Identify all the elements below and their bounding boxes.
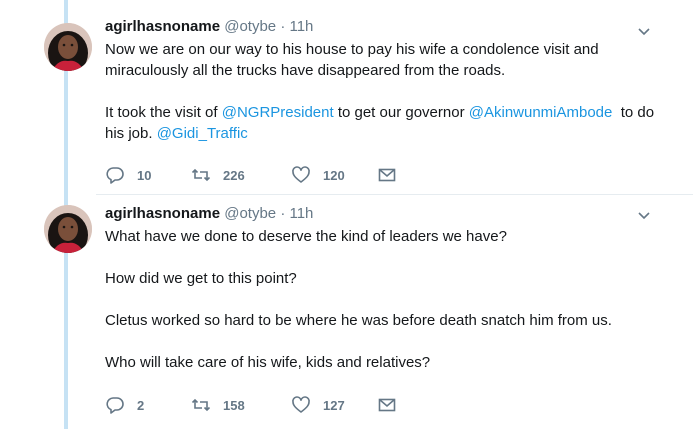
tweet-paragraph: How did we get to this point? <box>105 268 660 289</box>
tweet-header: agirlhasnoname @otybe · 11h <box>105 17 653 37</box>
author-handle[interactable]: @otybe <box>224 205 276 222</box>
reply-icon <box>106 397 124 414</box>
retweet-count: 158 <box>223 397 245 413</box>
message-icon <box>378 398 396 412</box>
like-button[interactable]: 120 <box>291 165 377 185</box>
avatar[interactable] <box>44 23 92 71</box>
separator: · <box>280 18 286 35</box>
message-button[interactable] <box>377 165 397 185</box>
text-span: Now we are on our way to his house to pa… <box>105 41 599 79</box>
tweet-paragraph: What have we done to deserve the kind of… <box>105 226 660 247</box>
reply-icon <box>106 167 124 184</box>
mention-link[interactable]: @AkinwunmiAmbode <box>469 104 613 121</box>
text-span: What have we done to deserve the kind of… <box>105 228 507 245</box>
mention-link[interactable]: @Gidi_Traffic <box>157 125 248 142</box>
timestamp[interactable]: 11h <box>289 18 313 35</box>
tweet-content: agirlhasnoname @otybe · 11h What have we… <box>105 204 653 373</box>
reply-count: 10 <box>137 167 152 183</box>
chevron-down-icon[interactable] <box>637 208 651 222</box>
message-button[interactable] <box>377 395 397 415</box>
message-icon <box>378 168 396 182</box>
avatar[interactable] <box>44 205 92 253</box>
like-count: 127 <box>323 397 345 413</box>
tweet-paragraph: Now we are on our way to his house to pa… <box>105 39 660 81</box>
reply-button[interactable]: 2 <box>105 395 191 415</box>
tweet-content: agirlhasnoname @otybe · 11h Now we are o… <box>105 17 654 144</box>
author-name[interactable]: agirlhasnoname <box>105 18 220 35</box>
retweet-button[interactable]: 158 <box>191 395 291 415</box>
tweet-text: What have we done to deserve the kind of… <box>105 226 660 373</box>
tweet-text: Now we are on our way to his house to pa… <box>105 39 660 144</box>
like-button[interactable]: 127 <box>291 395 377 415</box>
text-span: Cletus worked so hard to be where he was… <box>105 312 612 329</box>
retweet-count: 226 <box>223 167 245 183</box>
tweet-paragraph: It took the visit of @NGRPresident to ge… <box>105 102 660 144</box>
tweet-actions: 2 158 127 <box>105 395 397 415</box>
like-icon <box>292 396 310 413</box>
chevron-down-icon[interactable] <box>637 24 651 38</box>
tweet[interactable]: agirlhasnoname @otybe · 11h Now we are o… <box>0 0 693 195</box>
reply-count: 2 <box>137 397 145 413</box>
reply-button[interactable]: 10 <box>105 165 191 185</box>
tweet-header: agirlhasnoname @otybe · 11h <box>105 204 653 224</box>
retweet-icon <box>191 168 211 182</box>
separator: · <box>280 205 286 222</box>
text-span: How did we get to this point? <box>105 270 297 287</box>
like-icon <box>292 166 310 183</box>
tweet-paragraph: Cletus worked so hard to be where he was… <box>105 310 660 331</box>
timestamp[interactable]: 11h <box>289 205 313 222</box>
retweet-icon <box>191 398 211 412</box>
tweet-paragraph: Who will take care of his wife, kids and… <box>105 352 660 373</box>
retweet-button[interactable]: 226 <box>191 165 291 185</box>
author-name[interactable]: agirlhasnoname <box>105 205 220 222</box>
tweet[interactable]: agirlhasnoname @otybe · 11h What have we… <box>0 195 693 429</box>
tweet-actions: 10 226 120 <box>105 165 397 185</box>
author-handle[interactable]: @otybe <box>224 18 276 35</box>
mention-link[interactable]: @NGRPresident <box>222 104 334 121</box>
text-span: to get our governor <box>333 104 469 121</box>
text-span: Who will take care of his wife, kids and… <box>105 354 431 371</box>
text-span: It took the visit of <box>105 104 222 121</box>
like-count: 120 <box>323 167 345 183</box>
